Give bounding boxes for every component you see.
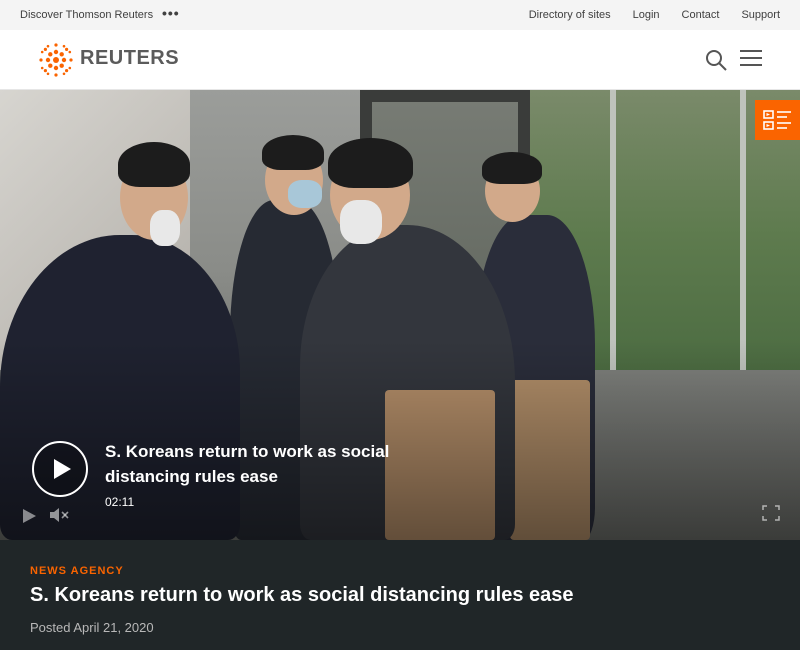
- discover-thomson-reuters-link[interactable]: Discover Thomson Reuters: [20, 9, 153, 21]
- support-link[interactable]: Support: [741, 9, 780, 21]
- search-icon[interactable]: [704, 48, 728, 72]
- site-header: REUTERS: [0, 30, 800, 90]
- video-duration: 02:11: [105, 495, 135, 509]
- video-title: S. Koreans return to work as social dist…: [105, 442, 390, 486]
- playlist-icon[interactable]: [755, 100, 800, 140]
- mute-icon[interactable]: [48, 506, 72, 524]
- video-player[interactable]: S. Koreans return to work as social dist…: [0, 90, 800, 540]
- contact-link[interactable]: Contact: [682, 9, 720, 21]
- play-control-icon[interactable]: [20, 507, 38, 525]
- reuters-wordmark[interactable]: REUTERS: [80, 47, 179, 70]
- play-icon: [54, 459, 71, 479]
- posted-date: Posted April 21, 2020: [30, 620, 154, 635]
- fullscreen-icon[interactable]: [762, 505, 780, 521]
- utility-links: Directory of sites Login Contact Support: [507, 9, 780, 21]
- directory-of-sites-link[interactable]: Directory of sites: [529, 9, 611, 21]
- more-icon[interactable]: •••: [162, 5, 180, 21]
- article-info-panel: NEWS AGENCY S. Koreans return to work as…: [0, 540, 800, 650]
- section-kicker[interactable]: NEWS AGENCY: [30, 565, 124, 577]
- login-link[interactable]: Login: [633, 9, 660, 21]
- hamburger-menu-icon[interactable]: [740, 50, 762, 70]
- article-headline: S. Koreans return to work as social dist…: [30, 584, 574, 606]
- reuters-logo-icon[interactable]: [38, 42, 74, 78]
- play-button[interactable]: [32, 441, 88, 497]
- utility-bar: Discover Thomson Reuters ••• Directory o…: [0, 0, 800, 30]
